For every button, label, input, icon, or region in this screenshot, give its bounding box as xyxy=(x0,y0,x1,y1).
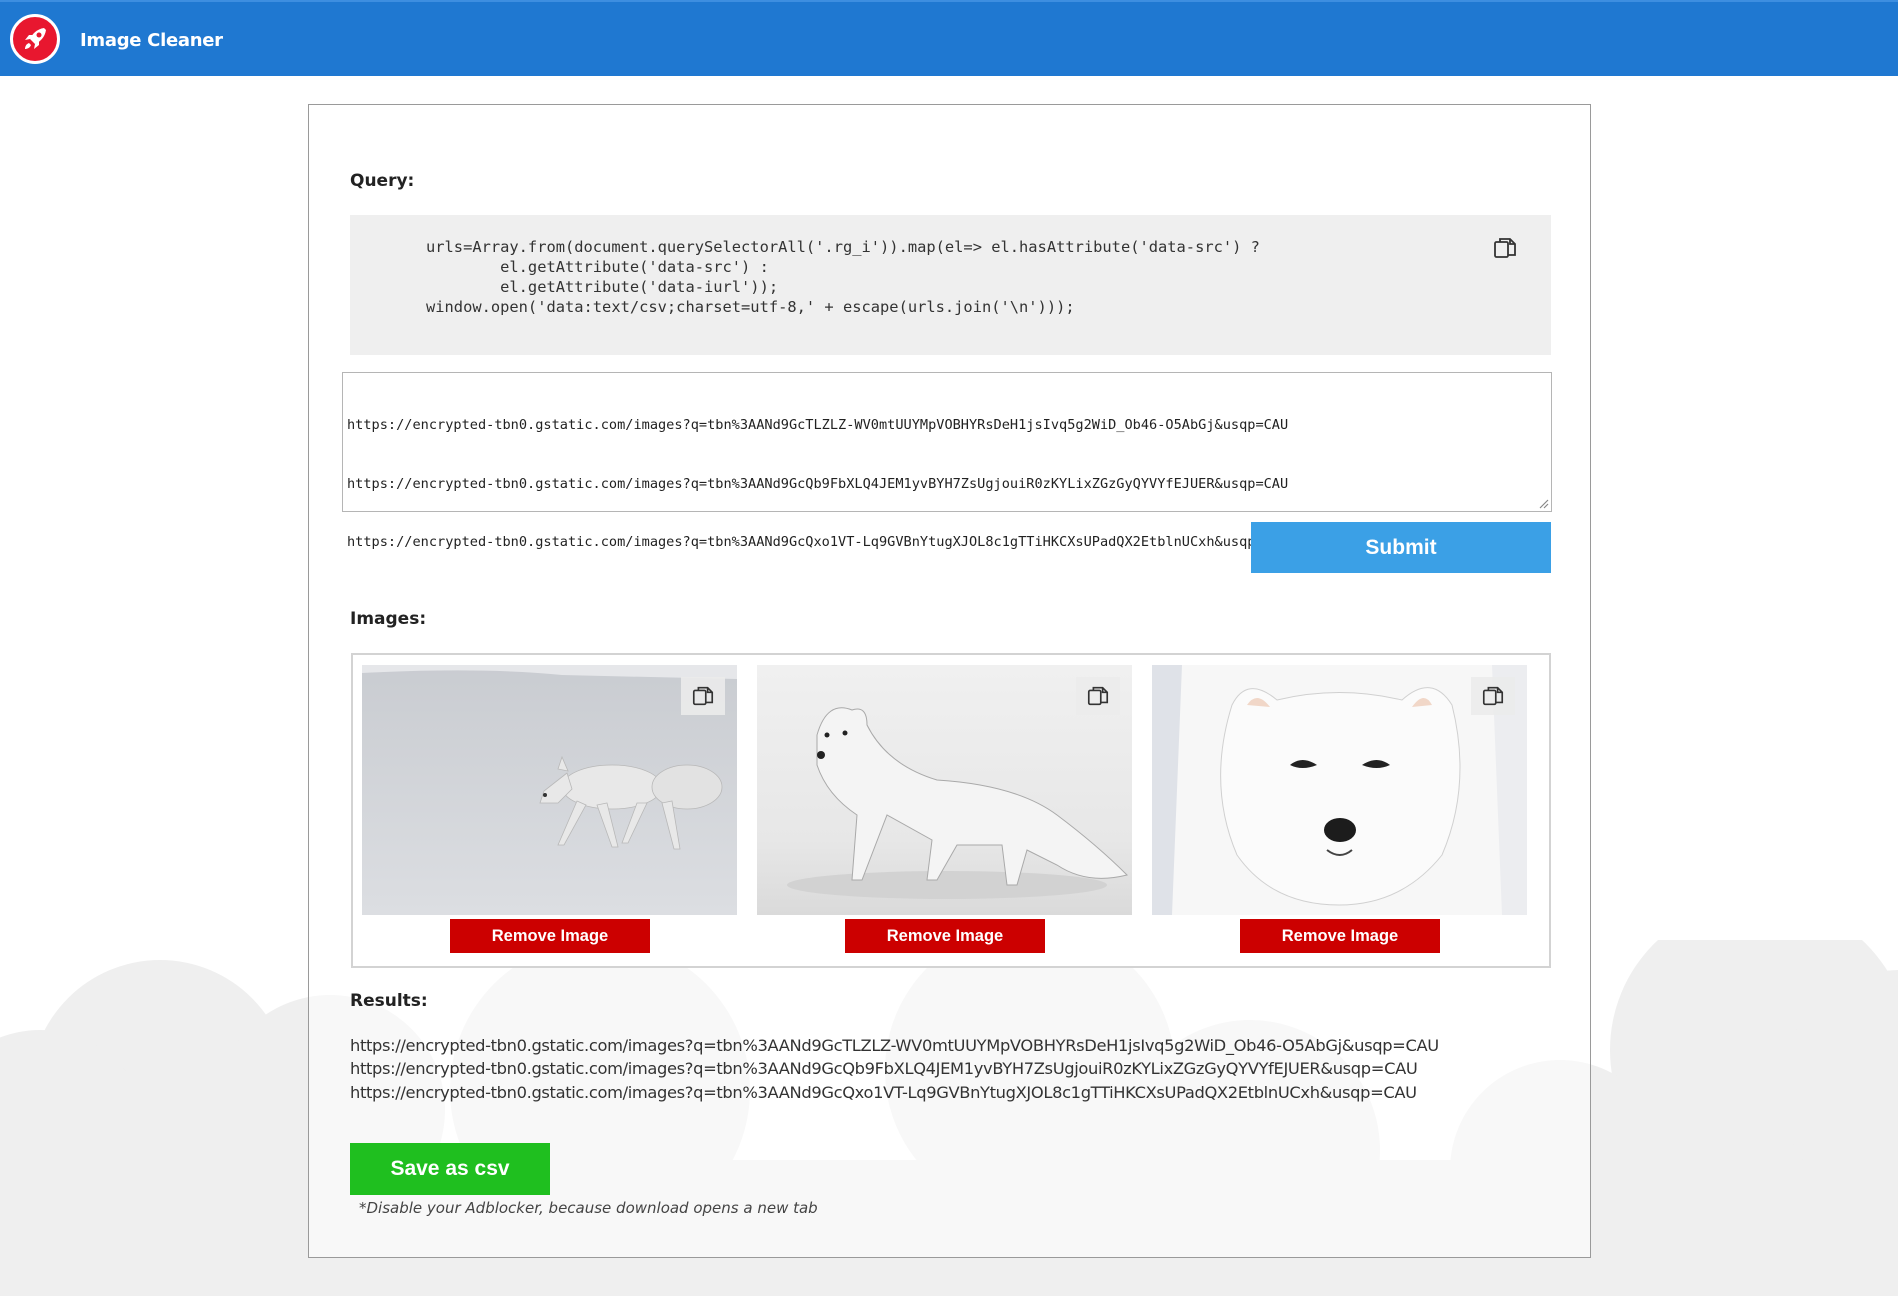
copy-icon xyxy=(692,686,714,706)
copy-image-button[interactable] xyxy=(1076,677,1120,715)
save-as-csv-button[interactable]: Save as csv xyxy=(350,1143,550,1195)
urls-textarea[interactable]: https://encrypted-tbn0.gstatic.com/image… xyxy=(342,372,1552,550)
adblocker-note: *Disable your Adblocker, because downloa… xyxy=(359,1199,818,1217)
url-line: https://encrypted-tbn0.gstatic.com/image… xyxy=(347,534,1289,550)
query-code-block: urls=Array.from(document.querySelectorAl… xyxy=(350,215,1551,355)
rocket-icon[interactable] xyxy=(10,14,60,64)
top-bar: Image Cleaner xyxy=(0,0,1898,76)
results-label: Results: xyxy=(350,991,428,1011)
results-text: https://encrypted-tbn0.gstatic.com/image… xyxy=(350,1036,1439,1102)
app-title: Image Cleaner xyxy=(80,30,223,51)
image-card xyxy=(362,665,737,915)
image-card xyxy=(1152,665,1527,915)
resize-handle-icon[interactable] xyxy=(1537,497,1549,509)
copy-icon xyxy=(1087,686,1109,706)
submit-button[interactable]: Submit xyxy=(1251,522,1551,573)
image-card xyxy=(757,665,1132,915)
remove-image-button[interactable]: Remove Image xyxy=(1240,919,1440,953)
query-code: urls=Array.from(document.querySelectorAl… xyxy=(426,238,1260,316)
copy-image-button[interactable] xyxy=(681,677,725,715)
remove-image-button[interactable]: Remove Image xyxy=(450,919,650,953)
copy-query-button[interactable] xyxy=(1483,229,1527,267)
images-label: Images: xyxy=(350,609,427,629)
remove-image-button[interactable]: Remove Image xyxy=(845,919,1045,953)
main-card: Query: urls=Array.from(document.querySel… xyxy=(308,104,1591,1258)
url-line: https://encrypted-tbn0.gstatic.com/image… xyxy=(347,417,1289,433)
urls-text: https://encrypted-tbn0.gstatic.com/image… xyxy=(347,377,1288,592)
images-gallery: Remove Image Remove Image Remove Image xyxy=(351,653,1551,968)
copy-icon xyxy=(1494,238,1516,258)
url-line: https://encrypted-tbn0.gstatic.com/image… xyxy=(347,475,1289,492)
query-label: Query: xyxy=(350,171,415,191)
copy-icon xyxy=(1482,686,1504,706)
copy-image-button[interactable] xyxy=(1471,677,1515,715)
